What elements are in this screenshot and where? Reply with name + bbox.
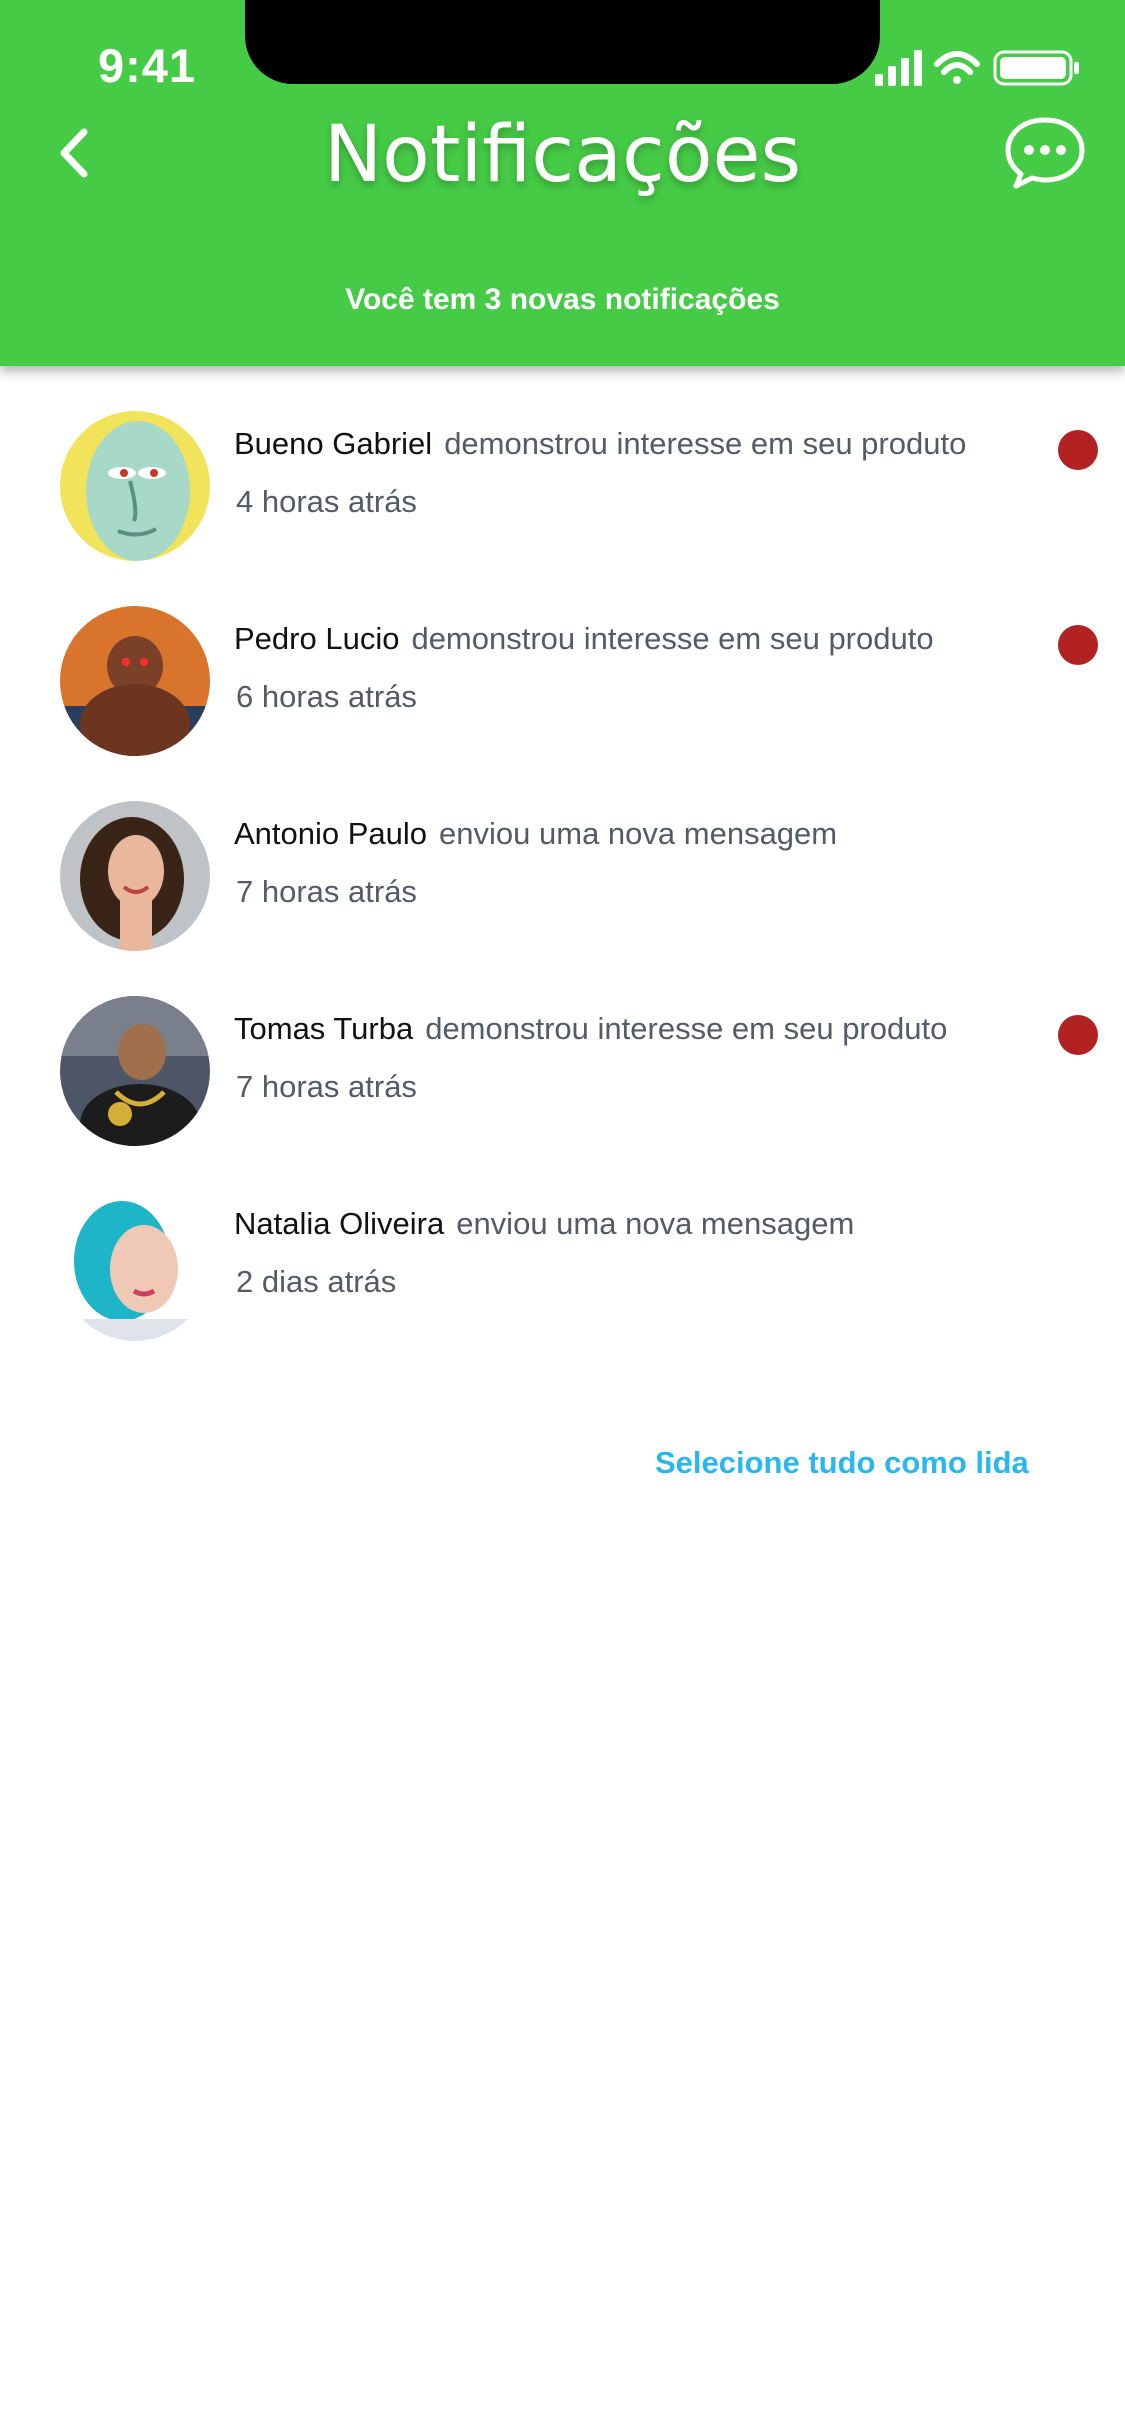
avatar — [60, 996, 210, 1146]
notification-action: enviou uma nova mensagem — [456, 1206, 855, 1241]
status-bar-time: 9:41 — [98, 39, 197, 92]
sender-name: Pedro Lucio — [234, 621, 400, 656]
avatar — [60, 1191, 210, 1341]
sender-name: Antonio Paulo — [234, 816, 428, 851]
app-header: 9:41 Notificações Você tem 3 novas notif… — [0, 0, 1125, 366]
notification-list: Bueno Gabriel demonstrou interesse em seu… — [0, 366, 1125, 1341]
sender-name: Bueno Gabriel — [234, 426, 433, 461]
notification-action: demonstrou interesse em seu produto — [444, 426, 967, 461]
notification-text: Natalia Oliveira enviou uma nova mensagem — [234, 1206, 854, 1242]
notification-item[interactable]: Pedro Lucio demonstrou interesse em seu p… — [0, 561, 1125, 756]
notification-action: demonstrou interesse em seu produto — [425, 1011, 948, 1046]
sender-name: Tomas Turba — [234, 1011, 414, 1046]
avatar — [60, 606, 210, 756]
messages-button[interactable] — [1000, 112, 1090, 192]
notification-item[interactable]: Natalia Oliveira enviou uma nova mensagem… — [0, 1146, 1125, 1341]
notification-time: 2 dias atrás — [236, 1264, 397, 1299]
notification-action: demonstrou interesse em seu produto — [411, 621, 934, 656]
unread-indicator — [1058, 430, 1098, 470]
sender-name: Natalia Oliveira — [234, 1206, 445, 1241]
notification-text: Bueno Gabriel demonstrou interesse em seu… — [234, 426, 966, 462]
avatar — [60, 801, 210, 951]
notification-time: 6 horas atrás — [236, 679, 417, 714]
notification-item[interactable]: Tomas Turba demonstrou interesse em seu p… — [0, 951, 1125, 1146]
notification-text: Pedro Lucio demonstrou interesse em seu p… — [234, 621, 934, 657]
battery-icon — [993, 50, 1079, 86]
notification-item[interactable]: Bueno Gabriel demonstrou interesse em seu… — [0, 366, 1125, 561]
avatar — [60, 411, 210, 561]
status-icons — [873, 46, 1083, 90]
notification-time: 7 horas atrás — [236, 874, 417, 909]
unread-indicator — [1058, 1015, 1098, 1055]
chat-bubble-icon — [1005, 117, 1085, 189]
page-title: Notificações — [323, 110, 802, 200]
device-notch — [245, 0, 880, 84]
notification-text: Tomas Turba demonstrou interesse em seu p… — [234, 1011, 947, 1047]
mark-all-read-link[interactable]: Selecione tudo como lida — [655, 1445, 1029, 1481]
new-notifications-count: Você tem 3 novas notificações — [345, 283, 780, 316]
notification-time: 4 horas atrás — [236, 484, 417, 519]
notification-text: Antonio Paulo enviou uma nova mensagem — [234, 816, 837, 852]
cellular-signal-icon — [875, 50, 922, 86]
notification-item[interactable]: Antonio Paulo enviou uma nova mensagem 7 … — [0, 756, 1125, 951]
notification-time: 7 horas atrás — [236, 1069, 417, 1104]
wifi-icon — [934, 51, 980, 84]
notification-action: enviou uma nova mensagem — [439, 816, 838, 851]
unread-indicator — [1058, 625, 1098, 665]
